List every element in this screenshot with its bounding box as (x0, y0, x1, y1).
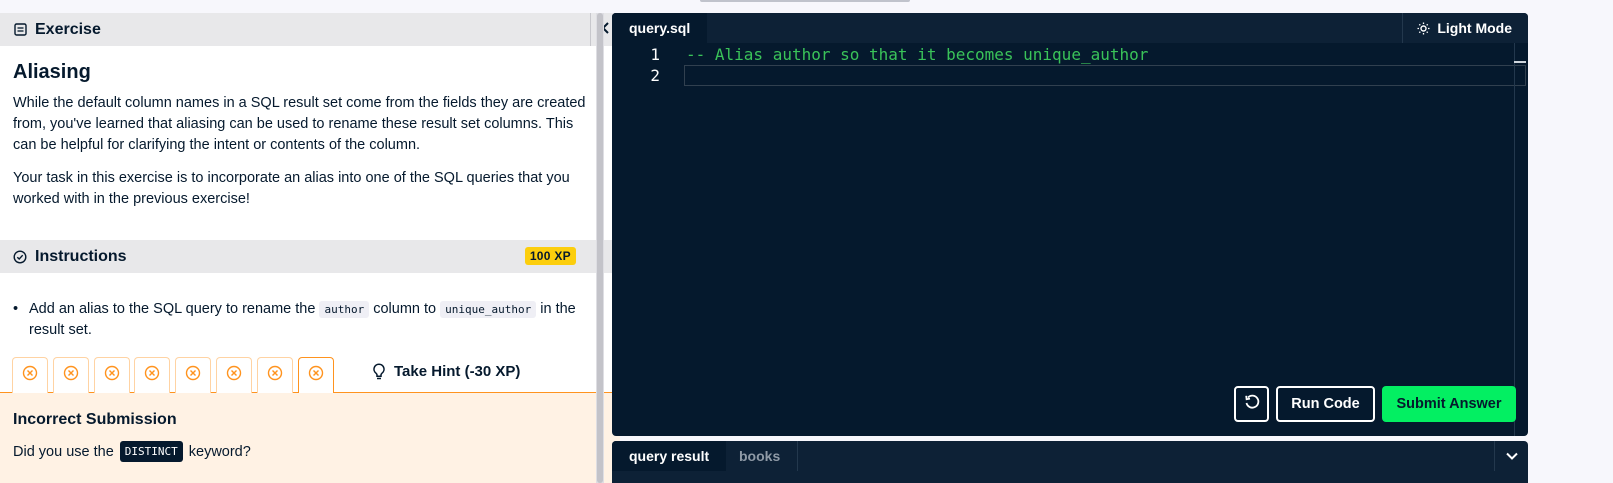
attempt-tab[interactable] (256, 357, 293, 393)
feedback-title: Incorrect Submission (13, 411, 177, 428)
exercise-task: Your task in this exercise is to incorpo… (13, 170, 570, 207)
undo-icon (1244, 394, 1260, 414)
attempt-tab[interactable] (297, 357, 334, 394)
x-circle-icon (308, 365, 324, 386)
reset-code-button[interactable] (1234, 386, 1269, 422)
exercise-header[interactable]: Exercise (0, 13, 620, 46)
code-input-area[interactable]: 1 -- Alias author so that it becomes uni… (612, 43, 1528, 436)
feedback-panel: Incorrect Submission Did you use the DIS… (0, 393, 620, 483)
attempt-tab[interactable] (52, 357, 89, 393)
xp-badge: 100 XP (524, 247, 576, 265)
x-circle-icon (267, 365, 283, 386)
minimap-marker (1514, 61, 1526, 63)
x-circle-icon (226, 365, 242, 386)
top-strip (0, 0, 1613, 13)
tab-query-result[interactable]: query result (612, 441, 727, 471)
results-toggle-button[interactable] (1494, 441, 1528, 471)
code-editor: query.sql Light Mode 1 -- Alias author s… (612, 13, 1528, 436)
attempt-tab[interactable] (12, 357, 48, 393)
feedback-text: Did you use the (13, 443, 114, 460)
document-icon (13, 23, 27, 37)
chevron-down-icon (1505, 447, 1518, 465)
current-line-highlight (684, 65, 1526, 86)
instructions-header[interactable]: Instructions 100 XP (0, 240, 620, 273)
line-number: 1 (650, 45, 660, 64)
attempts-row: Take Hint (-30 XP) (0, 357, 620, 394)
attempt-tab[interactable] (93, 357, 130, 393)
attempt-tab[interactable] (175, 357, 212, 393)
tab-books[interactable]: books (722, 441, 799, 471)
lightbulb-icon (372, 363, 386, 380)
feedback-keyword: DISTINCT (119, 441, 183, 462)
attempt-tab[interactable] (134, 357, 171, 393)
exercise-title: Aliasing (13, 61, 91, 83)
tab-query-sql[interactable]: query.sql (612, 13, 708, 43)
feedback-text: keyword? (188, 443, 251, 460)
line-number: 2 (650, 66, 660, 85)
submit-answer-button[interactable]: Submit Answer (1382, 386, 1516, 422)
take-hint-label: Take Hint (-30 XP) (394, 363, 521, 380)
panel-scrollbar[interactable] (596, 13, 604, 483)
exercise-panel: Exercise Aliasing While the default colu… (0, 13, 620, 483)
feedback-message: Did you use the DISTINCT keyword? (13, 441, 251, 462)
take-hint-button[interactable]: Take Hint (-30 XP) (372, 363, 520, 380)
x-circle-icon (144, 365, 160, 386)
results-panel: query result books (612, 441, 1528, 483)
top-handle (700, 0, 910, 2)
light-mode-button[interactable]: Light Mode (1402, 13, 1528, 43)
check-circle-icon (13, 249, 27, 264)
light-mode-label: Light Mode (1437, 20, 1512, 36)
scrollbar-thumb[interactable] (597, 13, 603, 483)
inline-code-author: author (319, 301, 370, 318)
instruction-item: Add an alias to the SQL query to rename … (13, 299, 593, 341)
editor-scrollbar[interactable] (1514, 43, 1528, 436)
exercise-header-label: Exercise (35, 20, 101, 38)
instruction-text: Add an alias to the SQL query to rename … (29, 301, 316, 317)
x-circle-icon (104, 365, 120, 386)
instruction-text: column to (373, 301, 437, 317)
x-circle-icon (185, 365, 201, 386)
editor-tabs: query.sql Light Mode (612, 13, 1528, 43)
sun-icon (1417, 22, 1430, 35)
x-circle-icon (22, 365, 38, 386)
x-circle-icon (63, 365, 79, 386)
run-code-button[interactable]: Run Code (1276, 386, 1375, 422)
attempt-tab[interactable] (216, 357, 252, 393)
exercise-description: While the default column names in a SQL … (13, 95, 586, 153)
code-line[interactable]: -- Alias author so that it becomes uniqu… (686, 45, 1148, 64)
inline-code-unique-author: unique_author (440, 301, 537, 318)
instructions-header-label: Instructions (35, 247, 127, 265)
